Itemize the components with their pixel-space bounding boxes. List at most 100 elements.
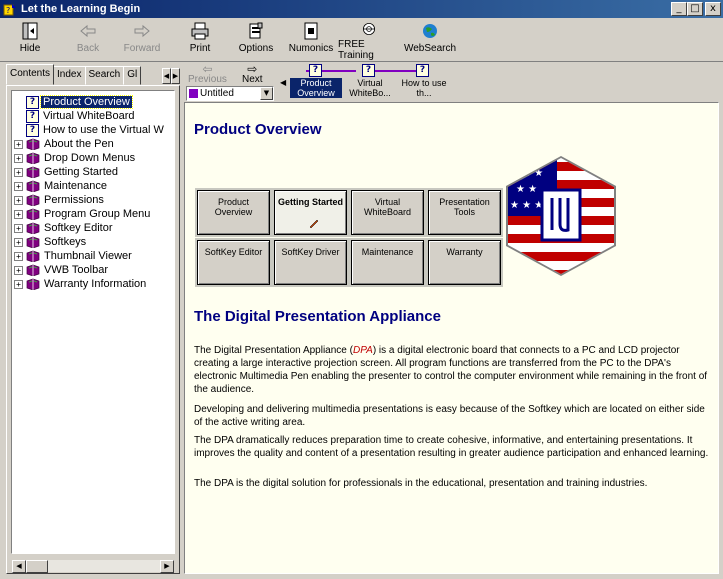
help-topic-icon: ?: [26, 123, 39, 137]
hide-button[interactable]: Hide: [10, 21, 50, 61]
expand-plus-icon[interactable]: +: [14, 181, 23, 191]
numonics-button[interactable]: Numonics: [286, 21, 336, 61]
next-button[interactable]: ⇨ Next: [242, 63, 263, 85]
forward-arrow-icon: [134, 24, 150, 38]
product-overview-button[interactable]: Product Overview: [197, 190, 270, 235]
websearch-label: WebSearch: [403, 43, 457, 54]
book-icon: [26, 264, 40, 276]
tree-item[interactable]: + Drop Down Menus: [14, 151, 137, 165]
tree-item-label: Product Overview: [40, 95, 133, 109]
crumb-scroll-left-icon[interactable]: ◀: [280, 78, 286, 87]
topic-navbar: ⇦ Previous ⇨ Next Untitled ▼ ◀ ? ? ? Pro…: [184, 62, 723, 102]
crumb-how-to-use[interactable]: How to use th...: [398, 78, 450, 98]
pen-icon: [309, 219, 319, 229]
tab-contents[interactable]: Contents: [6, 64, 55, 85]
tab-scroll-left-icon[interactable]: ◀: [162, 68, 171, 84]
expand-plus-icon[interactable]: +: [14, 167, 23, 177]
softkey-editor-button[interactable]: SoftKey Editor: [197, 240, 270, 285]
topic-dropdown[interactable]: Untitled ▼: [186, 86, 274, 101]
tree-item[interactable]: + Program Group Menu: [14, 207, 152, 221]
tree-item[interactable]: + Permissions: [14, 193, 106, 207]
tree-item[interactable]: ? How to use the Virtual W: [26, 123, 166, 137]
crumb-connector: [370, 70, 422, 72]
free-training-button[interactable]: FREE Training: [338, 21, 400, 61]
topic-dropdown-value: Untitled: [200, 88, 234, 99]
tree-item[interactable]: ? Virtual WhiteBoard: [26, 109, 137, 123]
help-app-icon: ?: [3, 4, 16, 16]
chevron-down-icon[interactable]: ▼: [260, 87, 273, 100]
scroll-right-icon[interactable]: ▶: [160, 560, 174, 573]
crumb-topic-icon[interactable]: ?: [362, 64, 375, 77]
forward-button[interactable]: Forward: [118, 21, 166, 61]
tree-item[interactable]: + Thumbnail Viewer: [14, 249, 134, 263]
printer-icon: [191, 22, 209, 40]
toolbar: Hide Back Forward Print Options Numonics…: [0, 18, 723, 62]
crumb-product-overview[interactable]: Product Overview: [290, 78, 342, 98]
tree-item[interactable]: + Softkeys: [14, 235, 88, 249]
softkey-driver-button[interactable]: SoftKey Driver: [274, 240, 347, 285]
back-label: Back: [76, 43, 100, 54]
flag-hexagon-logo: ★ ★ ★ ★ ★ ★ ★ ★: [506, 156, 616, 276]
back-arrow-icon: [80, 24, 96, 38]
book-icon: [26, 250, 40, 262]
back-button[interactable]: Back: [66, 21, 110, 61]
scroll-left-icon[interactable]: ◀: [12, 560, 26, 573]
options-button[interactable]: Options: [234, 21, 278, 61]
maintenance-button[interactable]: Maintenance: [351, 240, 424, 285]
expand-plus-icon[interactable]: +: [14, 251, 23, 261]
expand-plus-icon[interactable]: +: [14, 153, 23, 163]
free-training-label: FREE Training: [338, 39, 374, 61]
minimize-button[interactable]: _: [671, 2, 687, 16]
tab-scroll-right-icon[interactable]: ▶: [171, 68, 180, 84]
tree-item[interactable]: + About the Pen: [14, 137, 116, 151]
virtual-whiteboard-button[interactable]: Virtual WhiteBoard: [351, 190, 424, 235]
tree-item[interactable]: + Maintenance: [14, 179, 109, 193]
close-button[interactable]: x: [705, 2, 721, 16]
getting-started-label: Getting Started: [277, 197, 343, 207]
book-icon: [26, 152, 40, 164]
title-bar[interactable]: ? Let the Learning Begin _ □ x: [0, 0, 723, 18]
help-window: ? Let the Learning Begin _ □ x Hide Back…: [0, 0, 723, 579]
scroll-thumb[interactable]: [26, 560, 48, 573]
svg-text:★ ★: ★ ★: [516, 184, 537, 195]
previous-button[interactable]: ⇦ Previous: [188, 63, 227, 85]
presentation-tools-button[interactable]: Presentation Tools: [428, 190, 501, 235]
tree-item-label: Getting Started: [44, 166, 118, 178]
crumb-topic-icon[interactable]: ?: [309, 64, 322, 77]
next-label: Next: [242, 74, 263, 85]
section-heading: The Digital Presentation Appliance: [194, 308, 441, 325]
expand-plus-icon[interactable]: +: [14, 265, 23, 275]
forward-label: Forward: [123, 43, 161, 54]
dpa-highlight: DPA: [352, 345, 373, 356]
crumb-topic-icon[interactable]: ?: [416, 64, 429, 77]
warranty-button[interactable]: Warranty: [428, 240, 501, 285]
expand-plus-icon[interactable]: +: [14, 139, 23, 149]
hide-pane-icon: [22, 22, 38, 40]
websearch-button[interactable]: WebSearch: [402, 21, 458, 61]
tree-item[interactable]: + Getting Started: [14, 165, 120, 179]
tree-item[interactable]: + VWB Toolbar: [14, 263, 110, 277]
tab-index[interactable]: Index: [53, 66, 86, 85]
tree-item-label: Softkey Editor: [44, 222, 113, 234]
expand-plus-icon[interactable]: +: [14, 279, 23, 289]
print-button[interactable]: Print: [180, 21, 220, 61]
vertical-scrollbar[interactable]: [719, 102, 723, 574]
tree-item-label: Warranty Information: [44, 278, 147, 290]
horizontal-scrollbar[interactable]: ◀ ▶: [11, 559, 175, 573]
book-icon: [26, 222, 40, 234]
tree-item[interactable]: + Warranty Information: [14, 277, 148, 291]
crumb-virtual-whiteboard[interactable]: Virtual WhiteBo...: [344, 78, 396, 98]
expand-plus-icon[interactable]: +: [14, 237, 23, 247]
contents-tree[interactable]: ? Product Overview? Virtual WhiteBoard? How…: [11, 90, 175, 554]
expand-plus-icon[interactable]: +: [14, 209, 23, 219]
expand-plus-icon[interactable]: +: [14, 223, 23, 233]
getting-started-button[interactable]: Getting Started: [274, 190, 347, 235]
expand-plus-icon[interactable]: +: [14, 195, 23, 205]
tree-item[interactable]: ? Product Overview: [26, 95, 133, 109]
tab-glossary[interactable]: Gl: [123, 66, 142, 85]
nav-tabs: Contents Index Search Gl: [6, 64, 142, 86]
tab-search[interactable]: Search: [84, 66, 125, 85]
maximize-button[interactable]: □: [687, 2, 703, 16]
tree-item[interactable]: + Softkey Editor: [14, 221, 114, 235]
document-icon: [304, 22, 318, 40]
